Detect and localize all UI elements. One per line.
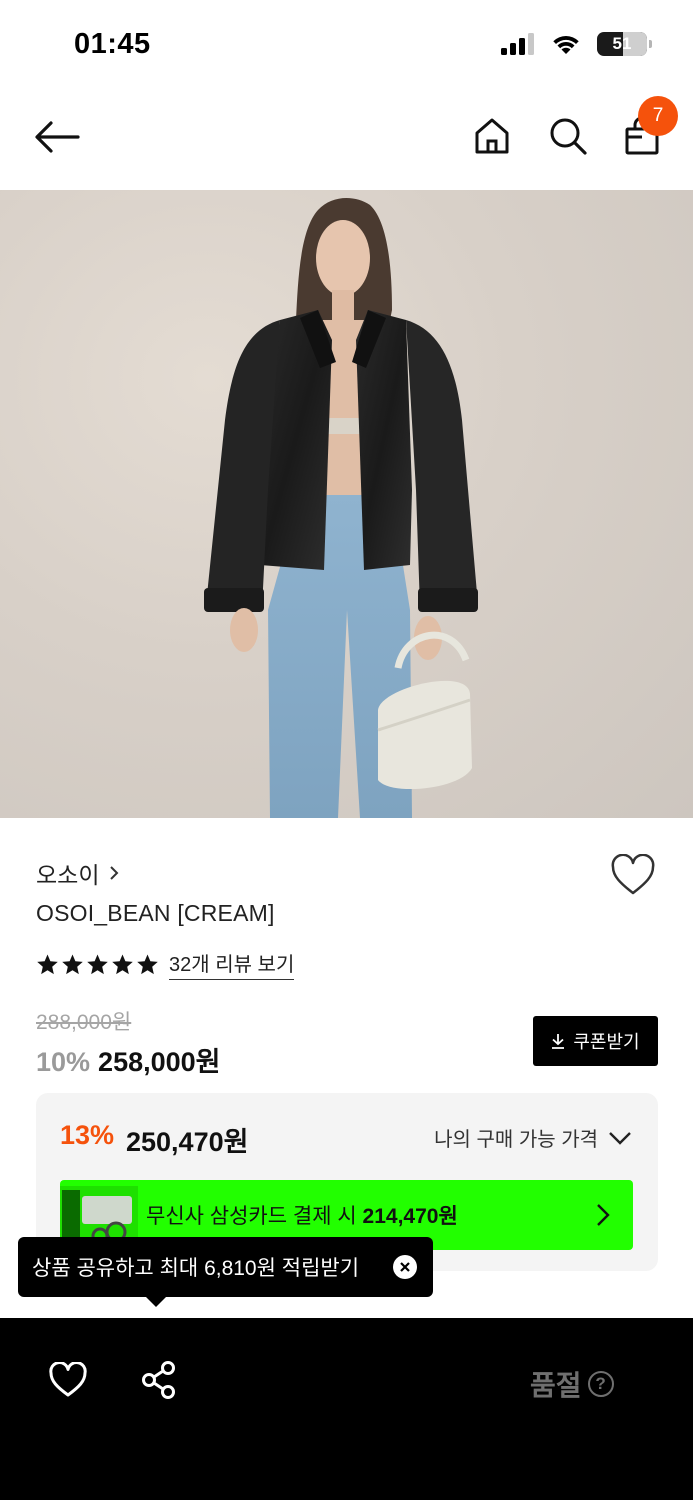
brand-link[interactable]: 오소이 xyxy=(36,856,119,890)
my-price-value: 250,470원 xyxy=(126,1127,249,1157)
chevron-right-icon xyxy=(110,866,119,880)
bottom-action-bar: 품절 ? xyxy=(0,1318,693,1500)
my-price-rate: 13% xyxy=(60,1120,115,1150)
help-icon: ? xyxy=(587,1371,614,1397)
heart-icon[interactable] xyxy=(610,854,656,896)
chevron-right-icon xyxy=(597,1204,610,1226)
cart-count-badge: 7 xyxy=(638,96,678,136)
my-price-toggle[interactable]: 나의 구매 가능 가격 xyxy=(434,1123,632,1152)
home-icon[interactable] xyxy=(472,116,512,156)
star-icon xyxy=(137,953,158,974)
close-x-glyph xyxy=(400,1262,410,1272)
sale-price: 258,000원 xyxy=(98,1047,221,1077)
cellular-signal-icon xyxy=(501,33,534,55)
star-icon xyxy=(37,953,58,974)
discount-rate: 10% xyxy=(36,1047,91,1077)
battery-icon: 51 xyxy=(597,32,652,56)
review-link[interactable]: 32개 리뷰 보기 xyxy=(169,948,295,980)
status-icons: 51 xyxy=(501,32,652,56)
star-rating xyxy=(36,953,159,976)
top-navigation xyxy=(0,92,693,190)
model-photo xyxy=(204,198,478,818)
card-promo-text: 무신사 삼성카드 결제 시 214,470원 xyxy=(146,1200,458,1230)
back-arrow-icon[interactable] xyxy=(34,120,80,154)
close-icon[interactable] xyxy=(393,1255,417,1279)
sold-out-status[interactable]: 품절 ? xyxy=(530,1364,614,1404)
tooltip-text: 상품 공유하고 최대 6,810원 적립받기 xyxy=(32,1257,360,1280)
price-row: 10% 258,000원 xyxy=(36,1040,221,1079)
search-icon[interactable] xyxy=(548,116,588,156)
status-bar: 01:45 51 xyxy=(0,0,693,92)
share-icon[interactable] xyxy=(140,1360,178,1400)
original-price: 288,000원 xyxy=(36,1011,132,1034)
chevron-down-icon xyxy=(609,1131,631,1145)
card-promo-prefix: 무신사 삼성카드 결제 시 xyxy=(146,1205,363,1228)
coupon-button-label: 쿠폰받기 xyxy=(573,1032,640,1052)
sold-out-label: 품절 xyxy=(530,1370,582,1401)
product-name: OSOI_BEAN [CREAM] xyxy=(36,900,275,926)
product-image[interactable] xyxy=(0,190,693,818)
my-price-toggle-label: 나의 구매 가능 가격 xyxy=(434,1129,598,1151)
star-icon xyxy=(112,953,133,974)
coupon-download-button[interactable]: 쿠폰받기 xyxy=(533,1016,658,1066)
card-promo-price: 214,470원 xyxy=(362,1205,458,1228)
star-icon xyxy=(87,953,108,974)
rating-row: 32개 리뷰 보기 xyxy=(36,948,295,980)
share-reward-tooltip: 상품 공유하고 최대 6,810원 적립받기 xyxy=(18,1237,433,1307)
download-icon xyxy=(552,1034,565,1049)
heart-icon[interactable] xyxy=(48,1362,88,1398)
brand-name: 오소이 xyxy=(36,862,100,888)
wifi-icon xyxy=(553,36,579,54)
battery-level: 51 xyxy=(612,34,632,53)
status-time: 01:45 xyxy=(74,28,151,60)
star-icon xyxy=(62,953,83,974)
